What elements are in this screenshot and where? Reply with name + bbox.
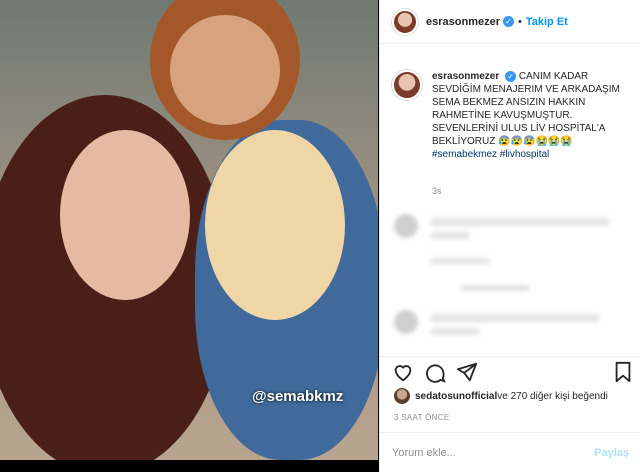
blurred-comment-line [430,258,490,264]
caption-verified-icon: ✓ [505,70,517,82]
send-icon[interactable] [456,361,478,383]
blurred-comment-line [430,218,610,226]
blurred-comment-line [430,314,600,322]
blurred-comment-avatar-2 [394,310,418,334]
blurred-comment-line [430,328,480,335]
comment-icon[interactable] [424,361,446,383]
blurred-comment-avatar-1 [394,214,418,238]
comment-bar: Paylaş [380,432,640,472]
photo-watermark: @semabkmz [252,388,344,405]
post-timestamp: 3 SAAT ÖNCE [394,413,450,422]
caption-hashtags[interactable]: #semabekmez #livhospital [432,149,549,160]
liker-username[interactable]: sedatosunofficial [415,391,497,402]
photo-face-back [170,15,280,125]
post-comment-button[interactable]: Paylaş [594,447,629,459]
photo-face-left [60,130,190,300]
caption-text: esrasonmezer ✓ CANIM KADAR SEVDİĞİM MENA… [432,70,632,161]
likes-count-text[interactable]: ve 270 diğer kişi beğendi [497,391,608,402]
avatar[interactable] [392,8,418,35]
likes-summary: sedatosunofficial ve 270 diğer kişi beğe… [394,388,608,404]
caption-body: CANIM KADAR SEVDİĞİM MENAJERIM VE ARKADA… [432,71,620,147]
bookmark-icon[interactable] [612,361,634,383]
separator-dot: • [518,15,522,28]
post-header: esrasonmezer ✓ • Takip Et [380,0,640,44]
post-photo[interactable]: @semabkmz [0,0,378,460]
blurred-comment-line [460,285,530,291]
caption-avatar[interactable] [392,70,422,100]
blurred-comment-line [430,232,470,239]
photo-face-right [205,130,345,320]
caption-username[interactable]: esrasonmezer [432,71,499,82]
liker-avatar[interactable] [394,388,410,404]
heart-icon[interactable] [392,361,414,383]
post-side-panel: esrasonmezer ✓ • Takip Et esrasonmezer ✓… [379,0,640,472]
caption-block: esrasonmezer ✓ CANIM KADAR SEVDİĞİM MENA… [392,70,632,161]
action-bar [380,356,640,386]
verified-icon: ✓ [503,16,514,27]
comment-input[interactable] [392,446,595,459]
header-username[interactable]: esrasonmezer [426,16,500,28]
caption-time: 3s [432,186,442,196]
instagram-post-view: @semabkmz esrasonmezer ✓ • Takip Et esra… [0,0,640,472]
follow-button[interactable]: Takip Et [526,16,568,28]
